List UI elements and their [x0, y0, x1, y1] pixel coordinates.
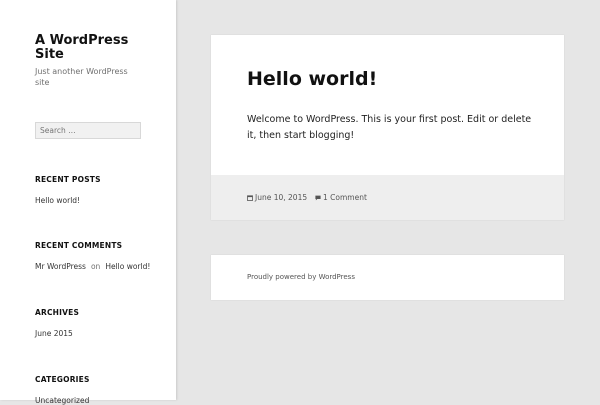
comment-icon: [315, 195, 321, 200]
site-description: Just another WordPress site: [35, 67, 128, 87]
post-comments-link[interactable]: 1 Comment: [315, 193, 367, 202]
archive-link[interactable]: June 2015: [35, 329, 73, 338]
post-footer: June 10, 2015 1 Comment: [211, 175, 564, 220]
recent-comment-item: Mr WordPress on Hello world!: [35, 262, 150, 271]
recent-post-link[interactable]: Hello world!: [35, 196, 80, 205]
post-date: June 10, 2015: [255, 193, 308, 202]
powered-by-link[interactable]: Proudly powered by WordPress: [247, 273, 355, 281]
post-title[interactable]: Hello world!: [247, 68, 377, 90]
categories-title: CATEGORIES: [35, 375, 90, 384]
recent-posts-title: RECENT POSTS: [35, 175, 101, 184]
category-link[interactable]: Uncategorized: [35, 396, 89, 405]
comment-post-link[interactable]: Hello world!: [105, 262, 150, 271]
post-comments: 1 Comment: [323, 193, 367, 202]
comment-on-text: on: [90, 262, 101, 271]
post-date-link[interactable]: June 10, 2015: [247, 193, 307, 202]
search-input[interactable]: [35, 122, 141, 139]
site-footer: Proudly powered by WordPress: [211, 255, 564, 300]
recent-comments-title: RECENT COMMENTS: [35, 241, 123, 250]
calendar-icon: [247, 194, 253, 201]
site-title[interactable]: A WordPress Site: [35, 34, 145, 62]
post-content: Welcome to WordPress. This is your first…: [247, 114, 532, 141]
post-card: Hello world! Welcome to WordPress. This …: [211, 35, 564, 220]
archives-title: ARCHIVES: [35, 308, 80, 317]
comment-author-link[interactable]: Mr WordPress: [35, 262, 86, 271]
